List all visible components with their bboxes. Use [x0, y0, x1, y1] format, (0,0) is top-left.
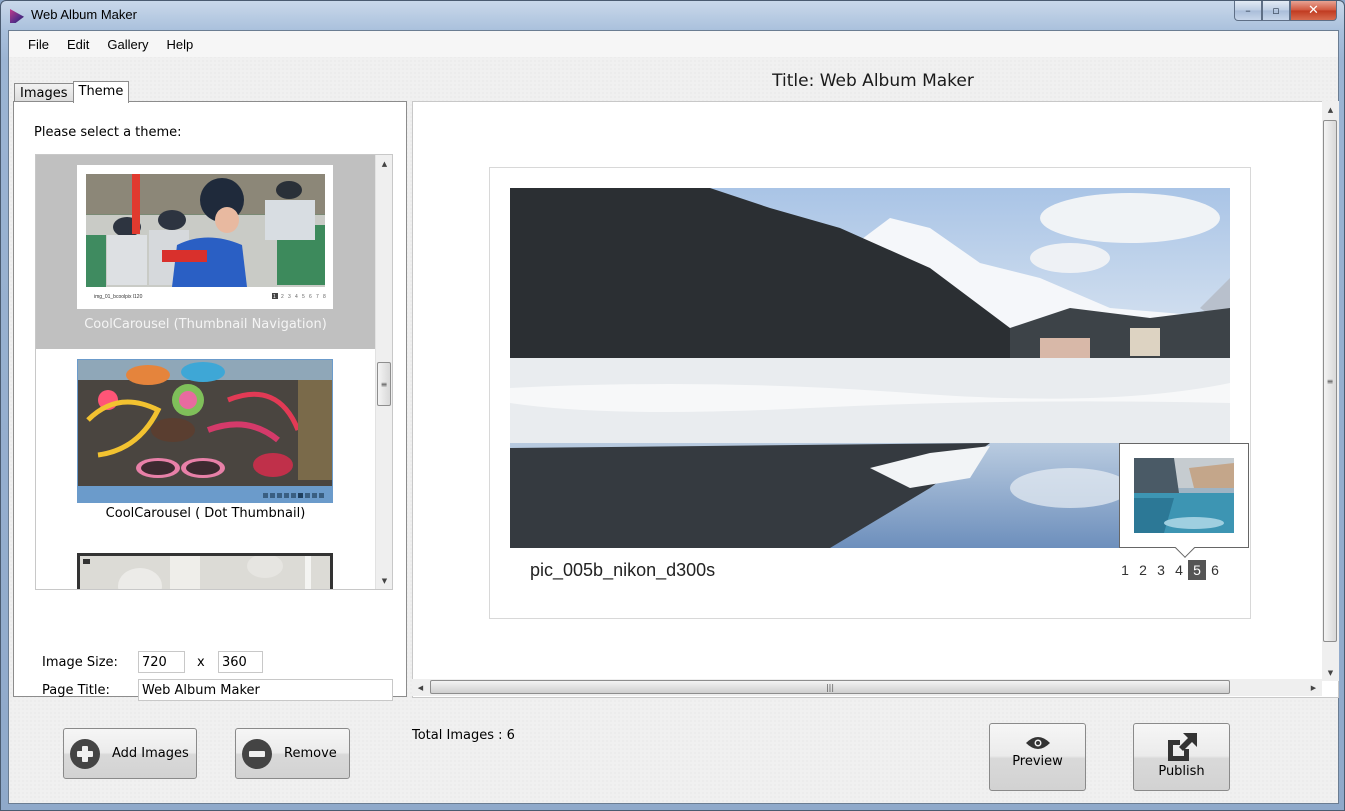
image-height-input[interactable]	[218, 651, 263, 673]
album-container: pic_005b_nikon_d300s 1 2 3 4 5 6	[489, 167, 1251, 619]
close-button[interactable]: ✕	[1290, 1, 1337, 21]
minimize-icon: –	[1245, 4, 1251, 17]
nav-dot	[263, 493, 268, 498]
size-separator: x	[197, 655, 205, 670]
menu-edit[interactable]: Edit	[58, 37, 98, 52]
thumb-page-8: 8	[323, 294, 326, 300]
theme-prompt: Please select a theme:	[34, 125, 182, 140]
nav-dot	[270, 493, 275, 498]
image-size-label: Image Size:	[42, 655, 118, 670]
tooltip-pointer	[1175, 538, 1195, 558]
publish-label: Publish	[1158, 764, 1205, 779]
page-link-2[interactable]: 2	[1134, 560, 1152, 580]
album-preview: pic_005b_nikon_d300s 1 2 3 4 5 6	[412, 101, 1339, 698]
app-logo-icon	[10, 9, 24, 23]
theme-list: img_01_bcoolpix l120 1 2 3 4 5 6 7 8 Coo…	[35, 154, 393, 590]
preview-scroll-down-icon[interactable]: ▼	[1322, 664, 1339, 681]
page-link-6[interactable]: 6	[1206, 560, 1224, 580]
nav-dot	[284, 493, 289, 498]
tooltip-lake-photo	[1134, 458, 1234, 533]
theme-preview-thumbnail-navigation: img_01_bcoolpix l120 1 2 3 4 5 6 7 8	[77, 165, 333, 309]
page-link-5-active[interactable]: 5	[1188, 560, 1206, 580]
tab-theme[interactable]: Theme	[72, 81, 130, 103]
theme-item-dot-thumbnail[interactable]: CoolCarousel ( Dot Thumbnail)	[36, 349, 375, 544]
window-controls: – ▫ ✕	[1234, 1, 1337, 21]
add-images-label: Add Images	[112, 746, 189, 761]
nav-dot	[298, 493, 303, 498]
scrollbar-thumb[interactable]: ≡	[377, 362, 391, 406]
maximize-icon: ▫	[1272, 4, 1280, 17]
eye-icon	[1025, 737, 1050, 749]
thumb-page-6: 6	[309, 294, 312, 300]
theme-preview-dot-thumbnail	[77, 359, 333, 503]
title-bar[interactable]: Web Album Maker – ▫ ✕	[1, 1, 1344, 30]
tab-images[interactable]: Images	[14, 83, 74, 102]
nav-dot	[277, 493, 282, 498]
image-width-input[interactable]	[138, 651, 185, 673]
thumb-page-3: 3	[288, 294, 291, 300]
dot-navigation	[263, 493, 324, 498]
panel-tabs: Images Theme	[14, 80, 130, 103]
preview-scroll-up-icon[interactable]: ▲	[1322, 101, 1339, 118]
preview-vertical-scrollbar[interactable]: ▲ ≡ ▼	[1322, 101, 1339, 681]
maximize-button[interactable]: ▫	[1262, 1, 1290, 21]
external-link-icon	[1167, 733, 1197, 761]
preview-scroll-right-icon[interactable]: ▶	[1305, 679, 1322, 696]
remove-label: Remove	[284, 746, 337, 761]
client-area: File Edit Gallery Help Images Theme Plea…	[8, 30, 1339, 804]
preview-horizontal-scrollbar[interactable]: ◀ ||| ▶	[412, 679, 1322, 696]
preview-label: Preview	[1012, 754, 1063, 769]
page-link-3[interactable]: 3	[1152, 560, 1170, 580]
nav-dot	[291, 493, 296, 498]
preview-scroll-left-icon[interactable]: ◀	[412, 679, 429, 696]
theme-list-scrollbar[interactable]: ▲ ≡ ▼	[375, 155, 392, 589]
thumb-page-1: 1	[273, 294, 276, 300]
theme-panel: Please select a theme: img_01_bcoolpix l…	[13, 101, 407, 701]
close-icon: ✕	[1308, 3, 1319, 18]
album-title-display: Title: Web Album Maker	[772, 71, 974, 91]
page-preview-tooltip	[1119, 443, 1249, 558]
scroll-down-arrow-icon[interactable]: ▼	[376, 572, 392, 589]
thumb-page-5: 5	[302, 294, 305, 300]
menu-file[interactable]: File	[19, 37, 58, 52]
preview-vertical-thumb[interactable]: ≡	[1323, 120, 1337, 642]
scroll-up-arrow-icon[interactable]: ▲	[376, 155, 392, 172]
theme-label: CoolCarousel (Thumbnail Navigation)	[84, 317, 327, 332]
baseball-photo: img_01_bcoolpix l120 1 2 3 4 5 6 7 8	[86, 174, 326, 300]
thumb-caption: img_01_bcoolpix l120	[94, 294, 143, 300]
glassware-photo	[80, 554, 330, 589]
menu-gallery[interactable]: Gallery	[98, 37, 157, 52]
page-navigation: 1 2 3 4 5 6	[1116, 560, 1224, 580]
publish-button[interactable]: Publish	[1133, 723, 1230, 791]
nav-dot	[305, 493, 310, 498]
page-link-1[interactable]: 1	[1116, 560, 1134, 580]
theme-item-thumbnail-navigation[interactable]: img_01_bcoolpix l120 1 2 3 4 5 6 7 8 Coo…	[36, 155, 375, 349]
thumb-page-4: 4	[295, 294, 298, 300]
nav-dot	[319, 493, 324, 498]
add-images-button[interactable]: Add Images	[63, 728, 197, 779]
minus-icon	[242, 738, 272, 769]
theme-label: CoolCarousel ( Dot Thumbnail)	[105, 506, 306, 521]
page-title-label: Page Title:	[42, 683, 110, 698]
theme-preview-third	[77, 553, 333, 589]
page-link-4[interactable]: 4	[1170, 560, 1188, 580]
thumb-page-7: 7	[316, 294, 319, 300]
nav-dot	[312, 493, 317, 498]
window-title: Web Album Maker	[31, 7, 137, 22]
minimize-button[interactable]: –	[1234, 1, 1262, 21]
preview-button[interactable]: Preview	[989, 723, 1086, 791]
jewelry-photo	[78, 360, 332, 502]
thumb-page-2: 2	[281, 294, 284, 300]
image-caption: pic_005b_nikon_d300s	[530, 560, 716, 580]
menu-bar: File Edit Gallery Help	[9, 31, 1338, 57]
preview-horizontal-thumb[interactable]: |||	[430, 680, 1230, 694]
page-title-input[interactable]	[138, 679, 393, 701]
menu-help[interactable]: Help	[158, 37, 203, 52]
remove-button[interactable]: Remove	[235, 728, 350, 779]
theme-item-third[interactable]	[36, 544, 375, 589]
total-images-count: Total Images : 6	[412, 728, 515, 743]
app-window: Web Album Maker – ▫ ✕ File Edit Gallery …	[0, 0, 1345, 811]
plus-icon	[70, 738, 100, 769]
